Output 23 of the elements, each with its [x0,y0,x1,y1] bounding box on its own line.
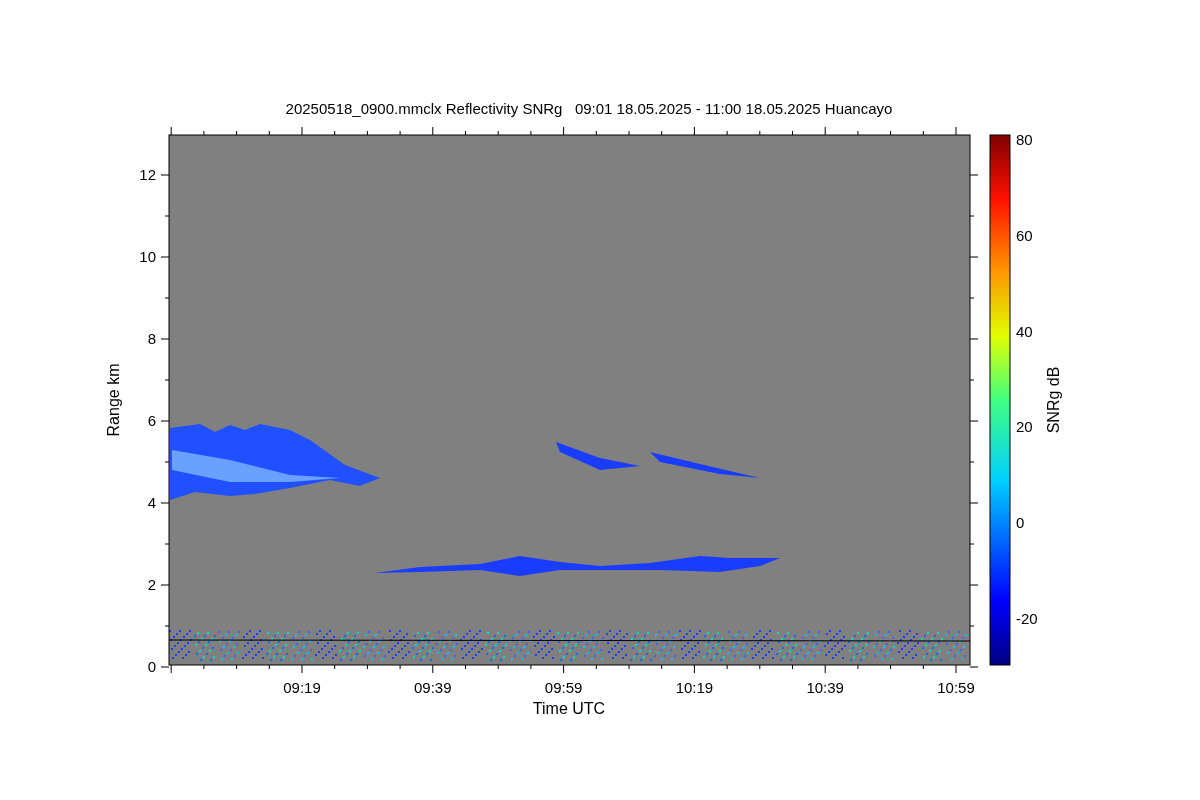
axis-tick-label: 8 [147,330,156,347]
axis-label: SNRg dB [1045,366,1062,434]
axis-tick-label: 12 [139,166,156,183]
axis-tick-label: 10:59 [937,679,975,696]
chart-title: 20250518_0900.mmclx Reflectivity SNRg 09:01 18.05.2025 - 11:00 18.05.2025 Huancayo [285,100,893,117]
axis-tick-label: 09:59 [544,679,583,696]
axis-tick-label: 0 [147,658,156,675]
axis-tick-label: 10 [139,248,156,265]
colorbar-tick-label: 60 [1016,226,1033,244]
axis-label: Time UTC [532,700,606,717]
colorbar-tick-label: 20 [1016,418,1033,436]
axis-tick-label: 6 [147,412,156,429]
axis-tick-label: 4 [147,494,156,511]
colorbar-tick-label: 40 [1016,322,1033,340]
colorbar-tick-label: 0 [1016,514,1025,532]
axis-tick-label: 2 [147,576,156,593]
axis-label: Range km [105,363,122,437]
axis-tick-label: 10:19 [675,679,714,696]
axis-tick-label: 09:39 [414,679,452,696]
colorbar-tick-label: -20 [1016,610,1038,627]
axis-tick-label: 09:19 [283,679,321,696]
colorbar-tick-label: 80 [1016,131,1033,148]
axis-tick-label: 10:39 [806,679,844,696]
